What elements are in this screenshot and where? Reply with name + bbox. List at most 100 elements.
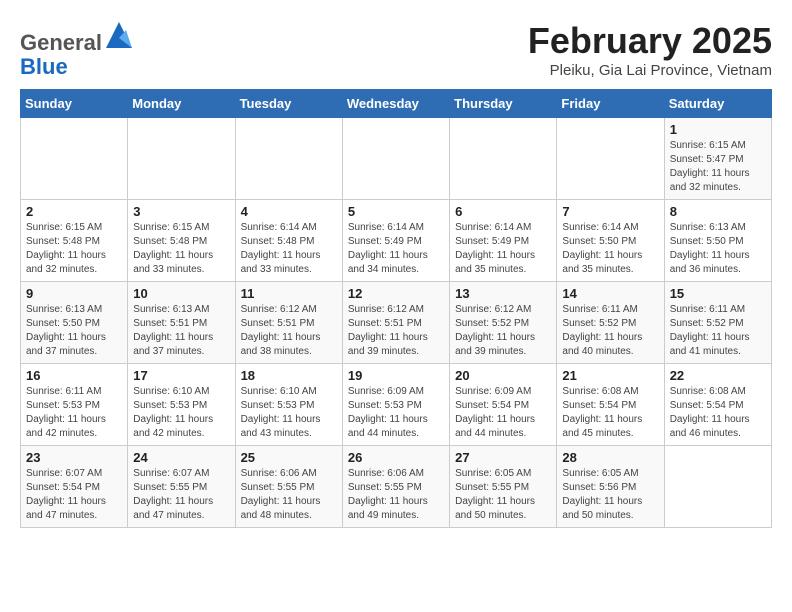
calendar-day-cell: 26 Sunrise: 6:06 AM Sunset: 5:55 PM Dayli… xyxy=(342,446,449,528)
calendar-day-cell: 18 Sunrise: 6:10 AM Sunset: 5:53 PM Dayli… xyxy=(235,364,342,446)
calendar-header: Sunday Monday Tuesday Wednesday Thursday… xyxy=(21,90,772,118)
day-info: Sunrise: 6:15 AM Sunset: 5:48 PM Dayligh… xyxy=(133,221,229,277)
day-info: Sunrise: 6:13 AM Sunset: 5:50 PM Dayligh… xyxy=(670,221,766,277)
day-info: Sunrise: 6:11 AM Sunset: 5:53 PM Dayligh… xyxy=(26,385,122,441)
day-info: Sunrise: 6:07 AM Sunset: 5:55 PM Dayligh… xyxy=(133,467,229,523)
day-number: 15 xyxy=(670,286,766,301)
day-number: 22 xyxy=(670,368,766,383)
col-monday: Monday xyxy=(128,90,235,118)
calendar-day-cell: 11 Sunrise: 6:12 AM Sunset: 5:51 PM Dayli… xyxy=(235,282,342,364)
calendar-day-cell: 28Sunrise: 6:05 AM Sunset: 5:56 PM Dayli… xyxy=(557,446,664,528)
day-info: Sunrise: 6:06 AM Sunset: 5:55 PM Dayligh… xyxy=(241,467,337,523)
day-number: 18 xyxy=(241,368,337,383)
logo: General Blue xyxy=(20,20,134,79)
location-subtitle: Pleiku, Gia Lai Province, Vietnam xyxy=(528,62,772,79)
calendar-day-cell: 14 Sunrise: 6:11 AM Sunset: 5:52 PM Dayli… xyxy=(557,282,664,364)
calendar-day-cell: 15 Sunrise: 6:11 AM Sunset: 5:52 PM Dayli… xyxy=(664,282,771,364)
day-number: 8 xyxy=(670,204,766,219)
calendar-day-cell xyxy=(21,118,128,200)
calendar-day-cell: 27 Sunrise: 6:05 AM Sunset: 5:55 PM Dayli… xyxy=(450,446,557,528)
day-info: Sunrise: 6:14 AM Sunset: 5:50 PM Dayligh… xyxy=(562,221,658,277)
day-number: 19 xyxy=(348,368,444,383)
day-number: 2 xyxy=(26,204,122,219)
day-info: Sunrise: 6:11 AM Sunset: 5:52 PM Dayligh… xyxy=(670,303,766,359)
day-number: 28 xyxy=(562,450,658,465)
logo-general-text: General xyxy=(20,30,102,55)
calendar-week-row: 9 Sunrise: 6:13 AM Sunset: 5:50 PM Daylig… xyxy=(21,282,772,364)
calendar-day-cell: 20 Sunrise: 6:09 AM Sunset: 5:54 PM Dayli… xyxy=(450,364,557,446)
day-number: 6 xyxy=(455,204,551,219)
calendar-day-cell xyxy=(557,118,664,200)
day-info: Sunrise: 6:11 AM Sunset: 5:52 PM Dayligh… xyxy=(562,303,658,359)
col-tuesday: Tuesday xyxy=(235,90,342,118)
calendar-week-row: 1 Sunrise: 6:15 AM Sunset: 5:47 PM Daylig… xyxy=(21,118,772,200)
calendar-day-cell: 23Sunrise: 6:07 AM Sunset: 5:54 PM Dayli… xyxy=(21,446,128,528)
day-number: 17 xyxy=(133,368,229,383)
calendar-day-cell: 24 Sunrise: 6:07 AM Sunset: 5:55 PM Dayli… xyxy=(128,446,235,528)
day-number: 24 xyxy=(133,450,229,465)
day-number: 11 xyxy=(241,286,337,301)
calendar-day-cell: 21Sunrise: 6:08 AM Sunset: 5:54 PM Dayli… xyxy=(557,364,664,446)
day-number: 26 xyxy=(348,450,444,465)
logo-icon xyxy=(104,20,134,50)
calendar-day-cell: 17Sunrise: 6:10 AM Sunset: 5:53 PM Dayli… xyxy=(128,364,235,446)
page-header: General Blue February 2025 Pleiku, Gia L… xyxy=(20,20,772,79)
day-number: 16 xyxy=(26,368,122,383)
month-title: February 2025 xyxy=(528,20,772,62)
calendar-day-cell: 7 Sunrise: 6:14 AM Sunset: 5:50 PM Daylig… xyxy=(557,200,664,282)
day-number: 1 xyxy=(670,122,766,137)
day-number: 13 xyxy=(455,286,551,301)
day-info: Sunrise: 6:10 AM Sunset: 5:53 PM Dayligh… xyxy=(241,385,337,441)
calendar-day-cell: 5 Sunrise: 6:14 AM Sunset: 5:49 PM Daylig… xyxy=(342,200,449,282)
day-info: Sunrise: 6:14 AM Sunset: 5:49 PM Dayligh… xyxy=(455,221,551,277)
header-row: Sunday Monday Tuesday Wednesday Thursday… xyxy=(21,90,772,118)
day-info: Sunrise: 6:08 AM Sunset: 5:54 PM Dayligh… xyxy=(670,385,766,441)
day-number: 23 xyxy=(26,450,122,465)
day-number: 3 xyxy=(133,204,229,219)
calendar-day-cell: 2Sunrise: 6:15 AM Sunset: 5:48 PM Daylig… xyxy=(21,200,128,282)
col-friday: Friday xyxy=(557,90,664,118)
day-number: 4 xyxy=(241,204,337,219)
calendar-day-cell: 3 Sunrise: 6:15 AM Sunset: 5:48 PM Daylig… xyxy=(128,200,235,282)
day-number: 12 xyxy=(348,286,444,301)
day-info: Sunrise: 6:14 AM Sunset: 5:49 PM Dayligh… xyxy=(348,221,444,277)
calendar-day-cell xyxy=(664,446,771,528)
calendar-day-cell xyxy=(342,118,449,200)
calendar-day-cell xyxy=(450,118,557,200)
day-info: Sunrise: 6:14 AM Sunset: 5:48 PM Dayligh… xyxy=(241,221,337,277)
day-number: 7 xyxy=(562,204,658,219)
day-number: 14 xyxy=(562,286,658,301)
day-info: Sunrise: 6:09 AM Sunset: 5:53 PM Dayligh… xyxy=(348,385,444,441)
day-number: 10 xyxy=(133,286,229,301)
col-thursday: Thursday xyxy=(450,90,557,118)
day-info: Sunrise: 6:08 AM Sunset: 5:54 PM Dayligh… xyxy=(562,385,658,441)
calendar-day-cell: 8 Sunrise: 6:13 AM Sunset: 5:50 PM Daylig… xyxy=(664,200,771,282)
day-info: Sunrise: 6:13 AM Sunset: 5:51 PM Dayligh… xyxy=(133,303,229,359)
logo-blue-text: Blue xyxy=(20,54,68,79)
day-info: Sunrise: 6:09 AM Sunset: 5:54 PM Dayligh… xyxy=(455,385,551,441)
calendar-table: Sunday Monday Tuesday Wednesday Thursday… xyxy=(20,89,772,528)
calendar-day-cell: 9 Sunrise: 6:13 AM Sunset: 5:50 PM Daylig… xyxy=(21,282,128,364)
calendar-day-cell: 10 Sunrise: 6:13 AM Sunset: 5:51 PM Dayli… xyxy=(128,282,235,364)
calendar-day-cell: 1 Sunrise: 6:15 AM Sunset: 5:47 PM Daylig… xyxy=(664,118,771,200)
calendar-day-cell: 13 Sunrise: 6:12 AM Sunset: 5:52 PM Dayli… xyxy=(450,282,557,364)
day-number: 20 xyxy=(455,368,551,383)
day-info: Sunrise: 6:13 AM Sunset: 5:50 PM Dayligh… xyxy=(26,303,122,359)
day-number: 5 xyxy=(348,204,444,219)
day-info: Sunrise: 6:05 AM Sunset: 5:55 PM Dayligh… xyxy=(455,467,551,523)
calendar-day-cell: 12Sunrise: 6:12 AM Sunset: 5:51 PM Dayli… xyxy=(342,282,449,364)
calendar-week-row: 2 Sunrise: 6:15 AM Sunset: 5:48 PM Daylig… xyxy=(21,200,772,282)
calendar-day-cell: 22 Sunrise: 6:08 AM Sunset: 5:54 PM Dayli… xyxy=(664,364,771,446)
day-info: Sunrise: 6:15 AM Sunset: 5:47 PM Dayligh… xyxy=(670,139,766,195)
day-info: Sunrise: 6:12 AM Sunset: 5:52 PM Dayligh… xyxy=(455,303,551,359)
day-number: 9 xyxy=(26,286,122,301)
col-saturday: Saturday xyxy=(664,90,771,118)
calendar-day-cell: 19 Sunrise: 6:09 AM Sunset: 5:53 PM Dayli… xyxy=(342,364,449,446)
calendar-week-row: 23Sunrise: 6:07 AM Sunset: 5:54 PM Dayli… xyxy=(21,446,772,528)
day-number: 27 xyxy=(455,450,551,465)
day-info: Sunrise: 6:12 AM Sunset: 5:51 PM Dayligh… xyxy=(241,303,337,359)
day-info: Sunrise: 6:06 AM Sunset: 5:55 PM Dayligh… xyxy=(348,467,444,523)
calendar-body: 1 Sunrise: 6:15 AM Sunset: 5:47 PM Daylig… xyxy=(21,118,772,528)
calendar-day-cell xyxy=(235,118,342,200)
col-sunday: Sunday xyxy=(21,90,128,118)
